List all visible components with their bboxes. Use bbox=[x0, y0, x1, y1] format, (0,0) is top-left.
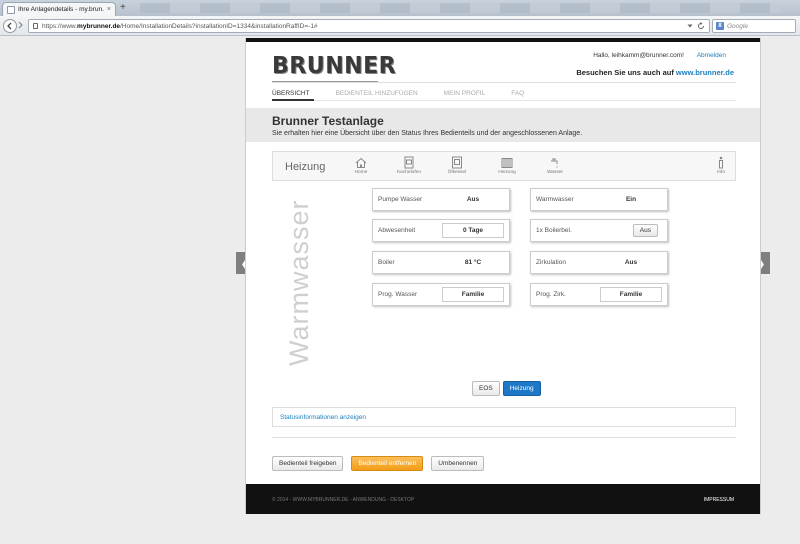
panel-abwesenheit: Abwesenheit 0 Tage bbox=[372, 219, 510, 242]
new-tab-button[interactable]: + bbox=[120, 3, 126, 13]
panel-pumpe-wasser: Pumpe Wasser Aus bbox=[372, 188, 510, 211]
action-buttons: Bedienteil freigeben Bedienteil entferne… bbox=[272, 456, 485, 471]
release-device-button[interactable]: Bedienteil freigeben bbox=[272, 456, 344, 471]
top-band bbox=[246, 38, 760, 42]
search-bar[interactable]: 8 Google bbox=[712, 19, 796, 33]
actions-divider bbox=[272, 437, 736, 438]
blurred-tabs bbox=[140, 3, 780, 13]
device-nav-info[interactable]: Info bbox=[701, 156, 741, 175]
lock-icon bbox=[33, 23, 38, 29]
info-icon bbox=[715, 156, 727, 169]
greeting-text: Hallo, leihkamm@brunner.com! bbox=[593, 52, 684, 59]
header-divider bbox=[272, 82, 736, 83]
menu-divider bbox=[272, 100, 736, 101]
stove-icon bbox=[403, 156, 415, 169]
rename-button[interactable]: Umbenennen bbox=[431, 456, 485, 471]
zirkulation-value: Aus bbox=[624, 259, 638, 266]
panel-prog-wasser: Prog. Wasser Familie bbox=[372, 283, 510, 306]
status-info-box: Statusinformationen anzeigen bbox=[272, 407, 736, 427]
url-text: https://www.mybrunner.de/Home/Installati… bbox=[42, 22, 318, 30]
panel-boiler: Boiler 81 °C bbox=[372, 251, 510, 274]
mode-toggle: EOS Heizung bbox=[472, 381, 541, 396]
device-nav-kachelofen[interactable]: Kachelofen bbox=[389, 156, 429, 175]
impressum-link[interactable]: IMPRESSUM bbox=[704, 497, 734, 503]
show-status-info-link[interactable]: Statusinformationen anzeigen bbox=[280, 414, 366, 421]
reload-icon[interactable] bbox=[697, 22, 705, 30]
device-nav: Heizung Home Kachelofen Ölkessel Heizung… bbox=[272, 151, 736, 181]
abwesenheit-input[interactable]: 0 Tage bbox=[442, 223, 504, 238]
panel-zirkulation: Zirkulation Aus bbox=[530, 251, 668, 274]
address-bar[interactable]: https://www.mybrunner.de/Home/Installati… bbox=[28, 19, 710, 33]
section-label-warmwasser: Warmwasser bbox=[284, 199, 314, 366]
browser-tab[interactable]: Ihre Anlagendetails - my.brun... × bbox=[2, 2, 116, 16]
prog-wasser-select[interactable]: Familie bbox=[442, 287, 504, 302]
tab-title: Ihre Anlagendetails - my.brun... bbox=[18, 6, 104, 13]
dropdown-arrow-icon[interactable] bbox=[687, 23, 693, 29]
panel-prog-zirk: Prog. Zirk. Familie bbox=[530, 283, 668, 306]
page-favicon-icon bbox=[7, 5, 15, 14]
water-tap-icon bbox=[549, 156, 561, 169]
tab-close-icon[interactable]: × bbox=[107, 6, 111, 13]
google-icon[interactable]: 8 bbox=[716, 22, 724, 30]
browser-tab-bar: Ihre Anlagendetails - my.brun... × + bbox=[0, 0, 800, 16]
device-nav-oelkessel[interactable]: Ölkessel bbox=[437, 156, 477, 175]
home-icon bbox=[355, 156, 367, 169]
remove-device-button[interactable]: Bedienteil entfernen bbox=[351, 456, 424, 471]
browser-nav-bar: https://www.mybrunner.de/Home/Installati… bbox=[0, 16, 800, 36]
logout-link[interactable]: Abmelden bbox=[697, 52, 726, 59]
toggle-heizung-button[interactable]: Heizung bbox=[502, 381, 541, 396]
brunner-logo[interactable]: BRUNNER bbox=[272, 53, 396, 79]
pumpe-wasser-value: Aus bbox=[466, 196, 480, 203]
device-nav-home[interactable]: Home bbox=[341, 156, 381, 175]
page-title: Brunner Testanlage bbox=[272, 114, 384, 128]
boiler-icon bbox=[451, 156, 463, 169]
boiler-value: 81 °C bbox=[464, 259, 482, 266]
toggle-eos-button[interactable]: EOS bbox=[472, 381, 500, 396]
panel-warmwasser: Warmwasser Ein bbox=[530, 188, 668, 211]
page-subtitle: Sie erhalten hier eine Übersicht über de… bbox=[272, 130, 583, 137]
device-nav-heizung[interactable]: Heizung bbox=[487, 156, 527, 175]
back-button[interactable] bbox=[3, 19, 17, 33]
warmwasser-value: Ein bbox=[625, 196, 637, 203]
boilerbel-toggle-button[interactable]: Aus bbox=[632, 224, 658, 237]
page-content: BRUNNER Hallo, leihkamm@brunner.com! Abm… bbox=[245, 38, 761, 514]
prog-zirk-select[interactable]: Familie bbox=[600, 287, 662, 302]
back-arrow-icon bbox=[7, 22, 12, 30]
radiator-icon bbox=[501, 156, 513, 169]
device-nav-wasser[interactable]: Wasser bbox=[535, 156, 575, 175]
device-nav-title: Heizung bbox=[285, 161, 326, 173]
visit-text: Besuchen Sie uns auch auf www.brunner.de bbox=[576, 68, 734, 77]
forward-arrow-icon[interactable] bbox=[18, 21, 24, 29]
active-menu-indicator bbox=[272, 99, 314, 101]
search-placeholder: Google bbox=[727, 22, 748, 30]
footer: © 2014 - WWW.MYBRUNNER.DE - ANWENDUNG - … bbox=[246, 484, 760, 514]
footer-copyright: © 2014 - WWW.MYBRUNNER.DE - ANWENDUNG - … bbox=[272, 497, 415, 503]
panel-boilerbel: 1x Boilerbel. Aus bbox=[530, 219, 668, 242]
brunner-website-link[interactable]: www.brunner.de bbox=[676, 68, 734, 77]
